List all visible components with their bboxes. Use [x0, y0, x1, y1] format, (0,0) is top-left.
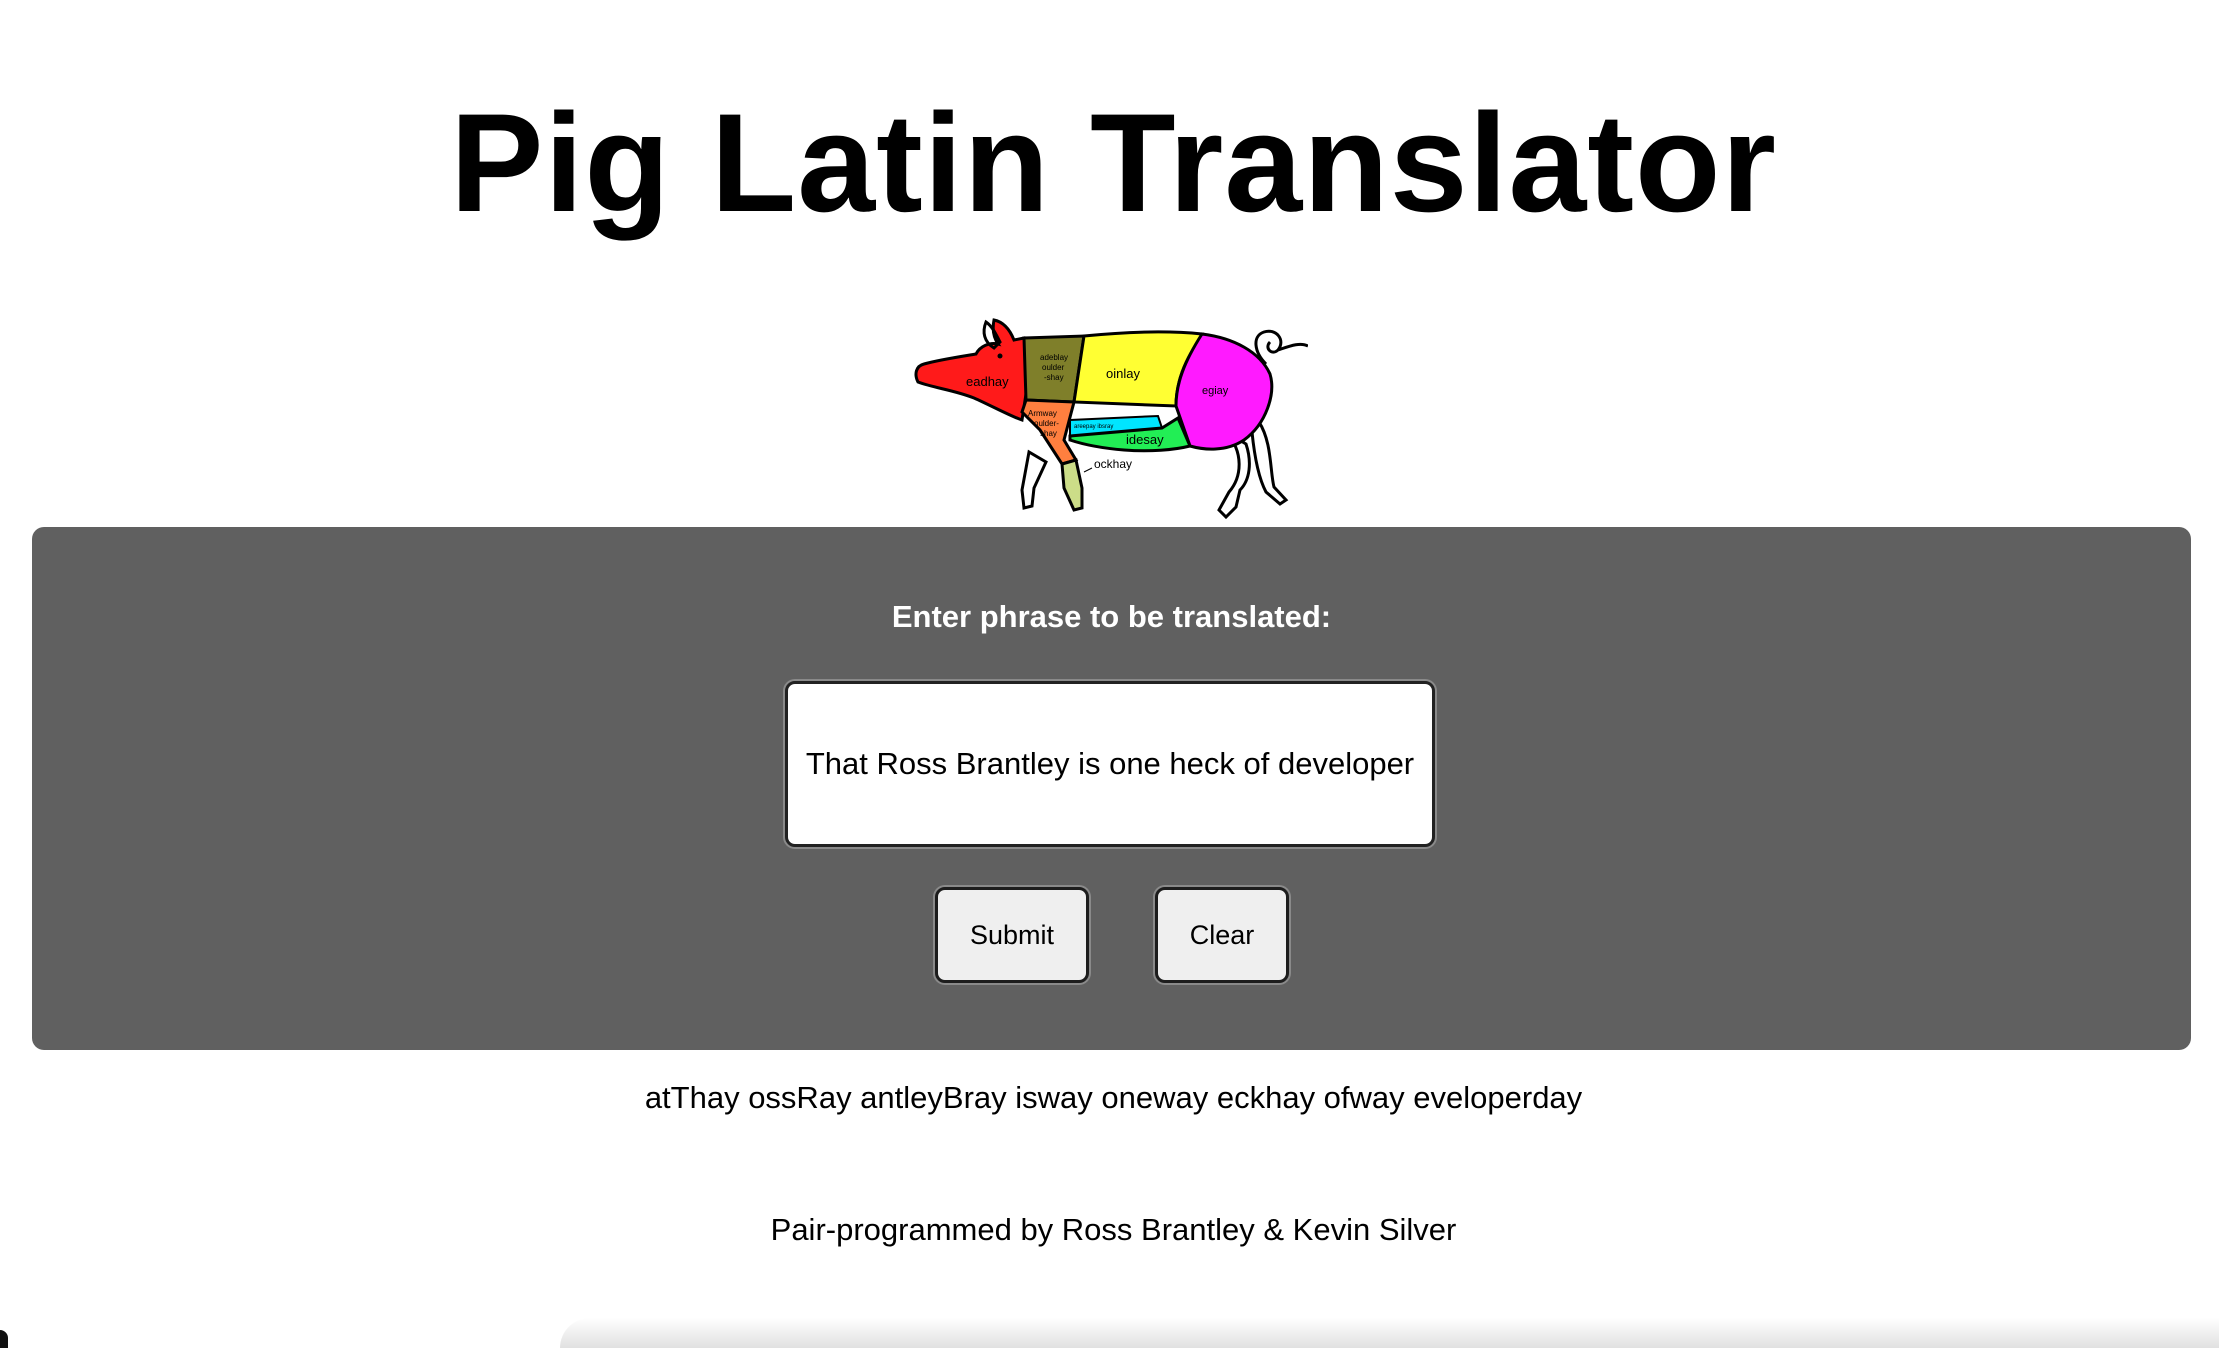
pig-tail: [1254, 329, 1308, 366]
pig-label-shoulder-blade-3: -shay: [1044, 373, 1064, 382]
pig-label-arm-3: shay: [1040, 429, 1057, 438]
pig-label-hock: ockhay: [1094, 457, 1132, 471]
credits-footer: Pair-programmed by Ross Brantley & Kevin…: [770, 1212, 1457, 1247]
pig-label-leg: egiay: [1202, 385, 1229, 397]
pig-cut-hock: [1060, 458, 1084, 512]
input-prompt: Enter phrase to be translated:: [891, 599, 1332, 634]
pig-label-head: eadhay: [966, 374, 1009, 389]
page: Pig Latin Translator eadhay adeblay ould…: [0, 0, 2219, 1348]
window-corner: [0, 1330, 8, 1348]
pig-label-side: idesay: [1126, 432, 1164, 447]
clear-button[interactable]: Clear: [1155, 887, 1289, 983]
pig-label-spare-ribs: areepay ibsray: [1074, 424, 1113, 430]
pig-label-hock-leader: [1083, 467, 1093, 473]
pig-eye: [997, 353, 1003, 359]
pig-label-shoulder-blade: adeblay: [1040, 353, 1068, 362]
pig-label-shoulder-blade-2: oulder: [1042, 363, 1065, 372]
pig-front-leg: [1020, 449, 1048, 510]
pig-cut-head: [914, 318, 1032, 422]
pig-cuts-diagram: eadhay adeblay oulder -shay oinlay egiay…: [914, 318, 1308, 520]
pig-label-loin: oinlay: [1106, 366, 1140, 381]
pig-label-arm: Armway: [1028, 409, 1057, 418]
phrase-input[interactable]: [785, 681, 1435, 847]
pig-label-arm-2: oulder-: [1034, 419, 1059, 428]
window-edge-shadow: [560, 1318, 2219, 1348]
pig-back-leg-2: [1250, 419, 1289, 506]
translator-panel: Enter phrase to be translated: Submit Cl…: [32, 527, 2191, 1050]
submit-button[interactable]: Submit: [935, 887, 1089, 983]
page-title: Pig Latin Translator: [450, 84, 1777, 241]
pig-cuts-image: eadhay adeblay oulder -shay oinlay egiay…: [914, 312, 1308, 522]
translation-result: atThay ossRay antleyBray isway oneway ec…: [644, 1080, 1583, 1115]
